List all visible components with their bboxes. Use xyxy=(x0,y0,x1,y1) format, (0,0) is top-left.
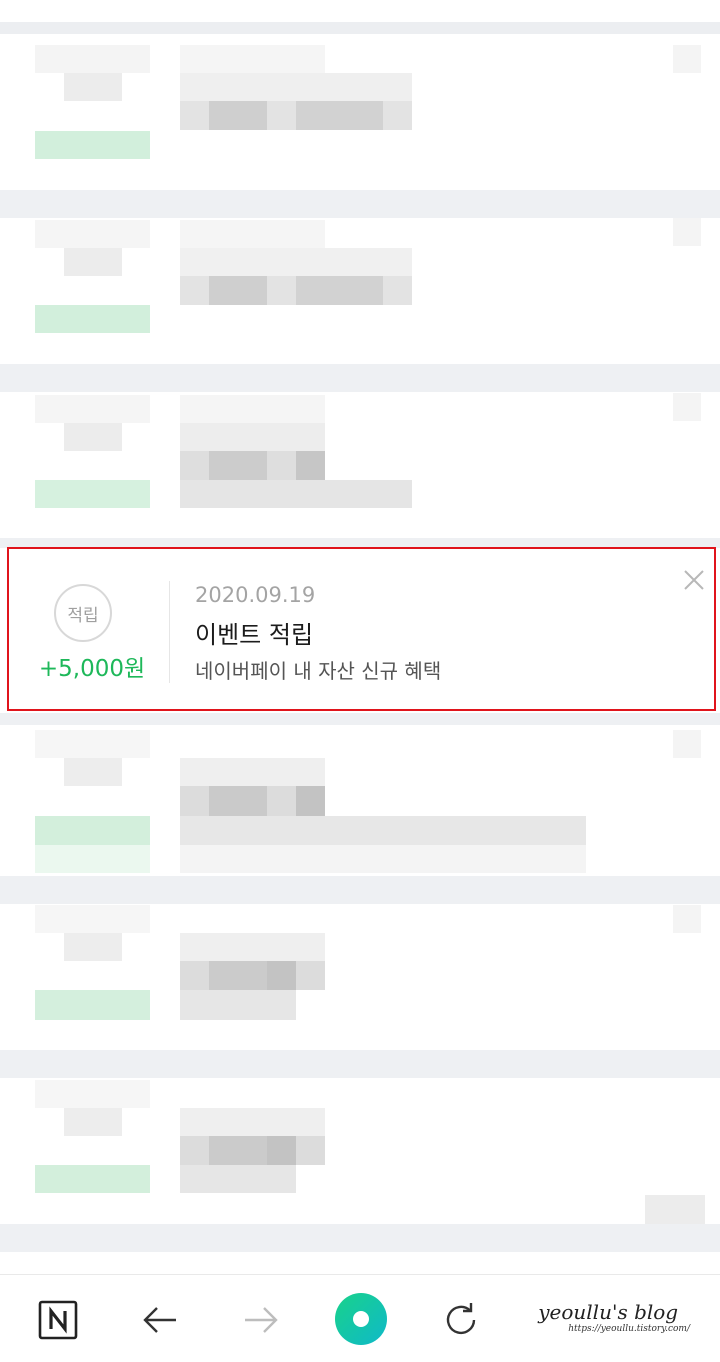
transaction-amount: +5,000원 xyxy=(38,656,146,682)
list-separator xyxy=(0,1050,720,1078)
watermark-title: yeoullu's blog xyxy=(538,1300,679,1324)
arrow-left-icon[interactable] xyxy=(137,1297,183,1343)
transaction-title: 이벤트 적립 xyxy=(195,621,314,649)
arrow-right-icon[interactable] xyxy=(238,1297,284,1343)
transaction-description: 네이버페이 내 자산 신규 혜택 xyxy=(195,659,442,683)
list-separator xyxy=(0,876,720,904)
blog-watermark: yeoullu's blog https://yeoullu.tistory.c… xyxy=(538,1300,690,1334)
list-separator xyxy=(0,190,720,218)
highlighted-transaction-card[interactable]: 적립 +5,000원 2020.09.19 이벤트 적립 네이버페이 내 자산 … xyxy=(7,547,716,711)
earn-badge: 적립 xyxy=(54,584,112,642)
divider xyxy=(169,581,170,683)
list-separator xyxy=(0,364,720,392)
naver-n-icon[interactable] xyxy=(35,1297,81,1343)
transaction-date: 2020.09.19 xyxy=(195,583,316,607)
top-separator xyxy=(0,22,720,34)
refresh-icon[interactable] xyxy=(438,1297,484,1343)
watermark-url: https://yeoullu.tistory.com/ xyxy=(568,1324,690,1334)
close-icon[interactable] xyxy=(681,567,707,593)
earn-badge-label: 적립 xyxy=(67,605,99,626)
list-separator xyxy=(0,1224,720,1252)
green-dot-icon[interactable] xyxy=(333,1291,389,1347)
list-separator xyxy=(0,713,720,725)
